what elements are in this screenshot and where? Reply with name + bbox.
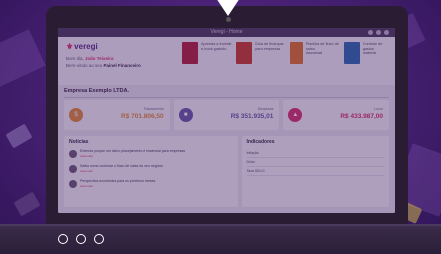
- coin-icon: $: [69, 108, 83, 122]
- window-titlebar: Veregi - Home: [58, 28, 395, 37]
- metric-value: R$ 351.935,01: [230, 113, 274, 120]
- play-icon[interactable]: [216, 0, 240, 16]
- metrics-row: $ Faturamento R$ 701.806,50 ■ Despesas R…: [64, 100, 390, 130]
- book-info: Controle de gastos material: [363, 42, 394, 64]
- dashboard-content: Empresa Exemplo LTDA. $ Faturamento R$ 7…: [58, 85, 395, 213]
- book-cover: [236, 42, 252, 64]
- book-cover: [290, 42, 303, 64]
- carousel-controls: [58, 234, 104, 244]
- indicators-panel: Indicadores Inflação Dólar Taxa SELIC: [241, 136, 389, 207]
- app-logo[interactable]: ⚜veregi: [66, 42, 98, 51]
- news-list: Entenda porque um ótimo planejamento é e…: [69, 149, 233, 194]
- news-text: Entenda porque um ótimo planejamento é e…: [80, 149, 186, 153]
- news-body: Perspectiva econômica para os próximos m…: [80, 179, 155, 188]
- book-title: Planilha de fluxo de caixa: [305, 42, 339, 51]
- news-thumbnail: [69, 180, 77, 188]
- read-more-link[interactable]: Leia mais: [80, 169, 163, 173]
- book-cover: [182, 42, 198, 64]
- metric-label: Faturamento: [143, 107, 164, 111]
- metric-label: Despesas: [257, 107, 274, 111]
- news-text: Saiba como controlar o fluxo de caixa do…: [80, 164, 164, 168]
- metric-value: R$ 701.806,50: [121, 113, 164, 120]
- indicator-item[interactable]: Dólar: [246, 158, 384, 167]
- book-info: Aprenda a investir e-book gratuito: [201, 42, 232, 64]
- news-item[interactable]: Perspectiva econômica para os próximos m…: [69, 179, 233, 194]
- panels-row: Notícias Entenda porque um ótimo planeja…: [64, 136, 389, 207]
- news-item[interactable]: Entenda porque um ótimo planejamento é e…: [69, 149, 233, 164]
- read-more-link[interactable]: Leia mais: [80, 154, 185, 158]
- logo-mark-icon: ⚜: [66, 42, 74, 51]
- book-title: Aprenda a investir: [201, 42, 232, 46]
- metric-card[interactable]: $ Faturamento R$ 701.806,50: [64, 100, 170, 130]
- plan-name: Painel Financeiro: [103, 63, 141, 68]
- book-card[interactable]: Guia de finanças para empresas: [236, 42, 286, 64]
- indicator-item[interactable]: Inflação: [246, 149, 384, 158]
- news-body: Saiba como controlar o fluxo de caixa do…: [80, 164, 163, 173]
- news-body: Entenda porque um ótimo planejamento é e…: [80, 149, 185, 158]
- news-thumbnail: [69, 150, 77, 158]
- news-item[interactable]: Saiba como controlar o fluxo de caixa do…: [69, 164, 233, 179]
- laptop-camera: [226, 17, 231, 22]
- greeting-prefix: Bom dia,: [66, 56, 84, 61]
- indicator-item[interactable]: Taxa SELIC: [246, 167, 384, 176]
- metric-card[interactable]: ▲ Lucro R$ 433.987,00: [283, 100, 390, 130]
- book-info: Planilha de fluxo de caixa download: [306, 42, 340, 64]
- metric-value: R$ 433.987,00: [340, 113, 384, 120]
- news-panel: Notícias Entenda porque um ótimo planeja…: [64, 136, 238, 207]
- maximize-button[interactable]: [376, 30, 381, 35]
- app-header: ⚜veregi Bom dia, João Teixeira Bem-vindo…: [58, 37, 395, 85]
- book-carousel: Aprenda a investir e-book gratuito Guia d…: [182, 42, 394, 64]
- close-button[interactable]: [384, 30, 389, 35]
- greeting: Bom dia, João Teixeira: [66, 56, 113, 61]
- book-card[interactable]: Controle de gastos material: [344, 42, 394, 64]
- chart-icon: ▲: [288, 108, 303, 122]
- company-name: Empresa Exemplo LTDA.: [64, 88, 129, 94]
- book-card[interactable]: Planilha de fluxo de caixa download: [290, 42, 340, 64]
- book-subtitle: download: [305, 51, 322, 56]
- book-subtitle: e-book gratuito: [201, 46, 227, 51]
- indicators-title: Indicadores: [246, 139, 275, 145]
- book-title: Guia de finanças: [255, 42, 284, 46]
- indicators-list: Inflação Dólar Taxa SELIC: [246, 149, 384, 176]
- section-divider: [64, 97, 389, 98]
- carousel-dot[interactable]: [94, 234, 104, 244]
- carousel-dot[interactable]: [76, 234, 86, 244]
- book-title: Controle de gastos: [362, 42, 383, 51]
- news-text: Perspectiva econômica para os próximos m…: [80, 179, 156, 183]
- book-subtitle: para empresas: [255, 46, 281, 51]
- plan-line: Bem-vindo ao seu Painel Financeiro: [66, 63, 141, 68]
- book-cover: [344, 42, 360, 64]
- metric-label: Lucro: [374, 107, 384, 111]
- window-title: Veregi - Home: [210, 29, 243, 35]
- user-name[interactable]: João Teixeira: [85, 56, 113, 61]
- book-subtitle: material: [362, 51, 377, 56]
- metric-card[interactable]: ■ Despesas R$ 351.935,01: [173, 100, 280, 130]
- book-card[interactable]: Aprenda a investir e-book gratuito: [182, 42, 232, 64]
- window-controls: [368, 30, 389, 35]
- logo-text: veregi: [74, 42, 98, 51]
- wallet-icon: ■: [178, 108, 193, 122]
- news-title: Notícias: [69, 139, 89, 145]
- read-more-link[interactable]: Leia mais: [80, 184, 155, 188]
- carousel-dot[interactable]: [58, 234, 68, 244]
- plan-prefix: Bem-vindo ao seu: [66, 63, 103, 68]
- book-info: Guia de finanças para empresas: [255, 42, 284, 64]
- laptop-screen: Veregi - Home ⚜veregi Bom dia, João Teix…: [58, 28, 395, 213]
- minimize-button[interactable]: [368, 30, 373, 35]
- news-thumbnail: [69, 165, 77, 173]
